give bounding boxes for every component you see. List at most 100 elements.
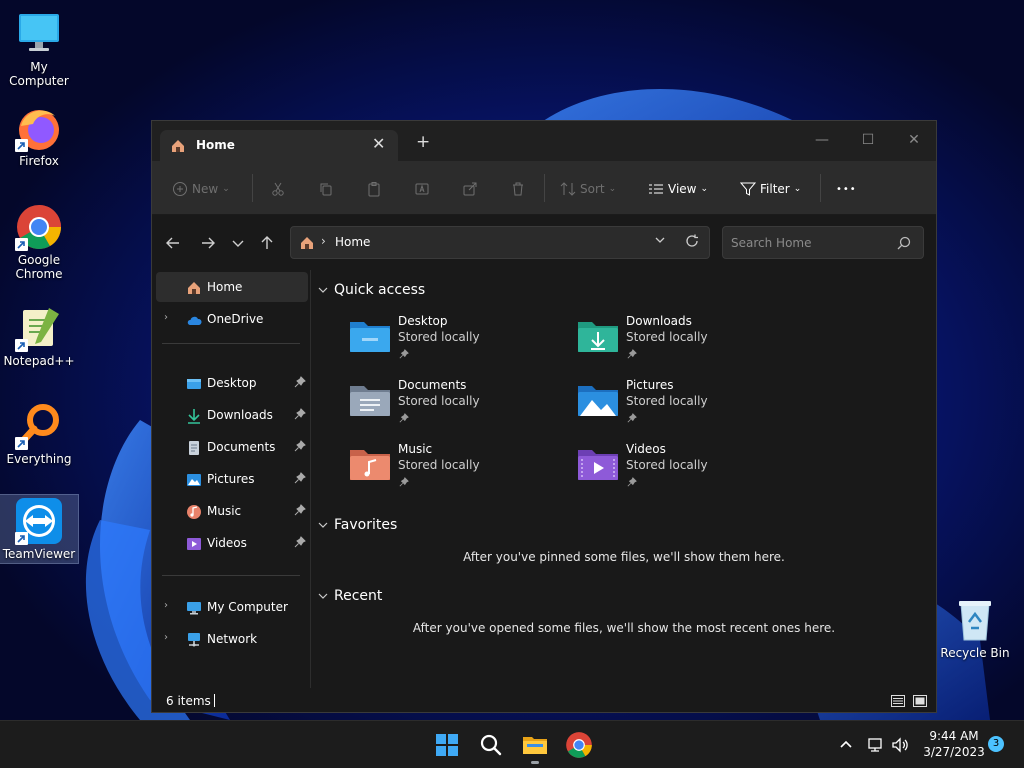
address-bar[interactable]: › Home (290, 226, 710, 259)
quick-access-header[interactable]: Quick access (318, 282, 425, 298)
nav-item-downloads[interactable]: Downloads (156, 400, 308, 430)
copy-button[interactable] (318, 179, 334, 199)
desktop-icon-google-chrome[interactable]: Google Chrome (0, 203, 78, 281)
desktop-icon-my-computer[interactable]: My Computer (0, 10, 78, 88)
network-status-icon[interactable] (866, 735, 886, 755)
nav-item-label: Videos (207, 536, 247, 550)
item-status: Stored locally (626, 394, 708, 408)
back-button[interactable] (162, 232, 184, 254)
pin-icon[interactable] (294, 536, 306, 548)
quick-access-documents[interactable]: Documents Stored locally (348, 378, 568, 438)
notification-badge[interactable]: 3 (988, 736, 1004, 752)
item-name: Desktop (398, 314, 448, 328)
title-bar[interactable]: Home ✕ + — ☐ ✕ (152, 121, 936, 161)
more-options-button[interactable]: ••• (836, 179, 857, 199)
tiles-view-icon[interactable] (912, 693, 928, 709)
desktop-icon-recycle-bin[interactable]: Recycle Bin (936, 596, 1014, 660)
system-clock[interactable]: 9:44 AM 3/27/2023 (918, 728, 990, 760)
refresh-icon[interactable] (685, 234, 699, 248)
search-input[interactable] (731, 235, 891, 251)
desktop-folder-icon (350, 322, 390, 352)
item-name: Music (398, 442, 433, 456)
recent-locations-button[interactable] (227, 232, 249, 254)
new-tab-button[interactable]: + (416, 133, 430, 151)
chevron-down-icon[interactable] (653, 233, 667, 247)
taskbar-chrome[interactable] (565, 731, 593, 759)
sort-label: Sort (580, 182, 605, 196)
taskbar-file-explorer[interactable] (521, 731, 549, 759)
chevron-down-icon (318, 522, 328, 528)
item-name: Documents (398, 378, 467, 392)
breadcrumb-chevron-icon[interactable]: › (321, 234, 326, 248)
desktop-icon-label: Everything (6, 452, 72, 466)
tab-home[interactable]: Home ✕ (160, 130, 398, 161)
nav-item-my-computer[interactable]: › My Computer (156, 592, 308, 622)
nav-item-network[interactable]: › Network (156, 624, 308, 654)
view-button[interactable]: View ⌄ (648, 179, 708, 199)
pin-icon[interactable] (294, 504, 306, 516)
quick-access-downloads[interactable]: Downloads Stored locally (576, 314, 796, 374)
teamviewer-icon (15, 497, 63, 545)
quick-access-music[interactable]: Music Stored locally (348, 442, 568, 502)
tab-close-button[interactable]: ✕ (372, 134, 385, 153)
rename-button[interactable] (414, 179, 430, 199)
chevron-right-icon[interactable]: › (164, 312, 168, 323)
desktop-icon-everything[interactable]: Everything (0, 402, 78, 466)
chevron-right-icon[interactable]: › (164, 632, 168, 643)
file-explorer-window[interactable]: Home ✕ + — ☐ ✕ New ⌄ Sort ⌄ View ⌄ Filte… (151, 120, 937, 713)
nav-item-music[interactable]: Music (156, 496, 308, 526)
new-button[interactable]: New ⌄ (172, 179, 230, 199)
nav-item-home[interactable]: Home (156, 272, 308, 302)
maximize-button[interactable]: ☐ (846, 127, 890, 155)
close-button[interactable]: ✕ (892, 127, 936, 155)
new-label: New (192, 182, 219, 196)
filter-button[interactable]: Filter ⌄ (740, 179, 801, 199)
chevron-right-icon[interactable]: › (164, 600, 168, 611)
pin-icon[interactable] (294, 376, 306, 388)
start-button[interactable] (433, 731, 461, 759)
shortcut-arrow-icon (15, 437, 28, 450)
quick-access-videos[interactable]: Videos Stored locally (576, 442, 796, 502)
desktop-icon-notepadpp[interactable]: Notepad++ (0, 304, 78, 368)
nav-item-videos[interactable]: Videos (156, 528, 308, 558)
sort-button[interactable]: Sort ⌄ (560, 179, 616, 199)
share-button[interactable] (462, 179, 478, 199)
details-view-icon[interactable] (890, 693, 906, 709)
desktop-icon-teamviewer[interactable]: TeamViewer (0, 494, 79, 564)
nav-item-desktop[interactable]: Desktop (156, 368, 308, 398)
cut-button[interactable] (270, 179, 286, 199)
chevron-down-icon (318, 593, 328, 599)
toolbar-divider (544, 174, 545, 202)
desktop-icon-firefox[interactable]: Firefox (0, 104, 78, 168)
up-button[interactable] (256, 232, 278, 254)
recent-header[interactable]: Recent (318, 588, 382, 604)
taskbar-search-button[interactable] (477, 731, 505, 759)
nav-item-onedrive[interactable]: › OneDrive (156, 304, 308, 334)
item-status: Stored locally (398, 458, 480, 472)
pin-icon[interactable] (294, 440, 306, 452)
command-bar: New ⌄ Sort ⌄ View ⌄ Filter ⌄ ••• (152, 161, 936, 215)
volume-icon[interactable] (890, 735, 910, 755)
chevron-down-icon: ⌄ (222, 184, 230, 194)
pin-icon[interactable] (294, 408, 306, 420)
search-box[interactable] (722, 226, 924, 259)
paste-button[interactable] (366, 179, 382, 199)
show-hidden-icons-chevron-icon[interactable] (836, 735, 856, 755)
breadcrumb-home[interactable]: Home (335, 235, 370, 249)
monitor-icon (187, 602, 201, 615)
minimize-button[interactable]: — (800, 127, 844, 155)
favorites-header[interactable]: Favorites (318, 517, 397, 533)
nav-item-pictures[interactable]: Pictures (156, 464, 308, 494)
pin-icon[interactable] (294, 472, 306, 484)
forward-button[interactable] (197, 232, 219, 254)
desktop-icon-label: Recycle Bin (940, 646, 1010, 660)
delete-button[interactable] (510, 179, 526, 199)
quick-access-pictures[interactable]: Pictures Stored locally (576, 378, 796, 438)
notepadpp-icon (15, 304, 63, 352)
monitor-icon (15, 10, 63, 58)
quick-access-desktop[interactable]: Desktop Stored locally (348, 314, 568, 374)
nav-item-documents[interactable]: Documents (156, 432, 308, 462)
chevron-down-icon: ⌄ (793, 184, 802, 194)
chevron-down-icon: ⌄ (608, 184, 617, 194)
sort-icon (560, 182, 576, 196)
